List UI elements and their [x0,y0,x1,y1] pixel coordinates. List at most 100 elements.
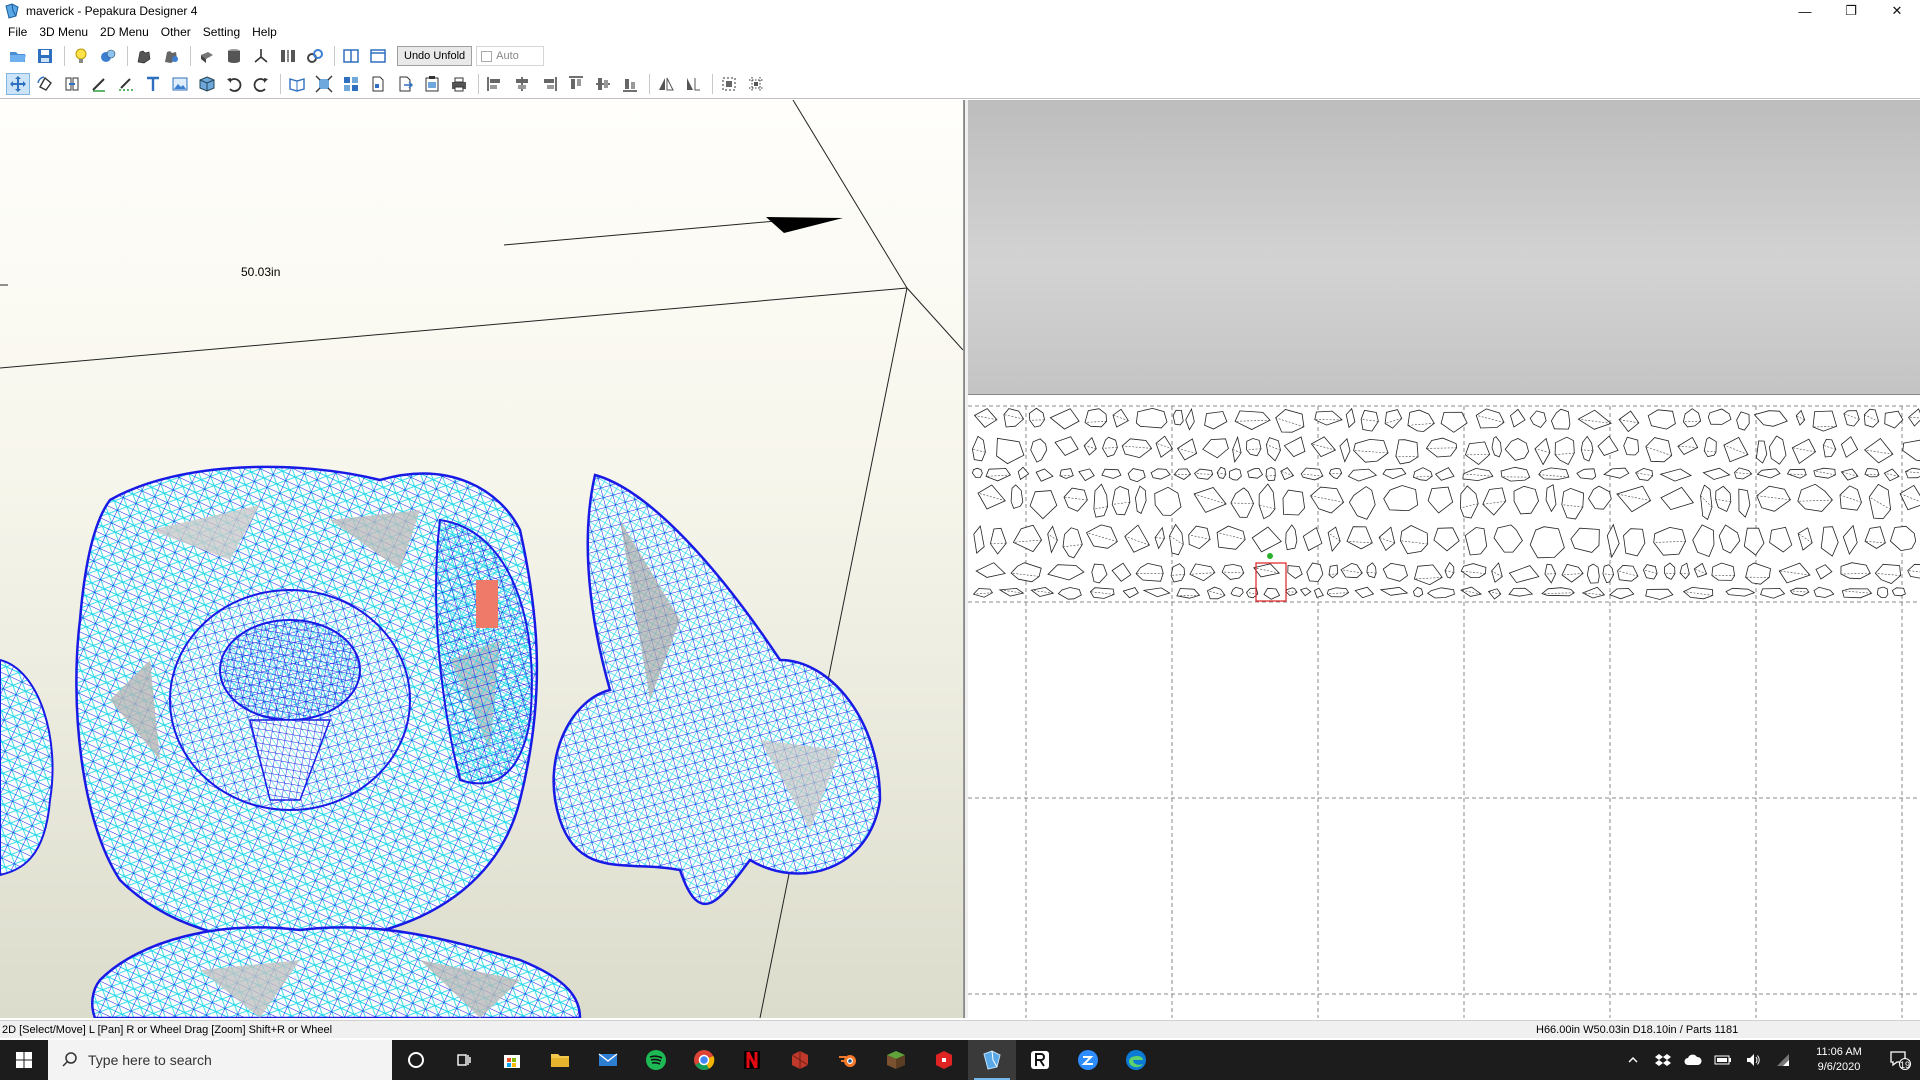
unfolded-part[interactable] [1707,408,1732,425]
unfolded-part[interactable] [1550,408,1571,430]
unfolded-part[interactable] [1327,526,1341,552]
unfolded-part[interactable] [1711,562,1736,581]
flip-button[interactable] [654,73,678,95]
arrange-button[interactable] [339,73,363,95]
unfolded-part[interactable] [989,527,1007,555]
unfolded-part[interactable] [1738,488,1751,518]
redo-button[interactable] [249,73,273,95]
unfolded-part[interactable] [1513,485,1539,515]
unfolded-part[interactable] [971,435,986,462]
unfolded-part[interactable] [1017,466,1030,481]
align-left-button[interactable] [483,73,507,95]
unfolded-part[interactable] [1154,486,1182,516]
unfolded-part[interactable] [1193,487,1227,513]
unfolded-part[interactable] [1285,587,1298,596]
flap-button[interactable] [195,45,219,67]
unfolded-part[interactable] [1010,484,1024,509]
unfolded-part[interactable] [1863,437,1894,464]
unfolded-part[interactable] [1597,435,1619,456]
unfolded-part[interactable] [1459,485,1479,519]
unfolded-part[interactable] [1768,435,1787,465]
unfolded-part[interactable] [1815,564,1833,580]
unfolded-part[interactable] [1028,407,1045,428]
2d-pattern-sheet[interactable] [968,100,1920,1018]
unfolded-part[interactable] [1786,468,1807,479]
draw-line-button[interactable] [87,73,111,95]
unfolded-part[interactable] [1287,565,1303,579]
unfolded-part[interactable] [1464,441,1491,466]
unfolded-part[interactable] [1904,467,1920,479]
unfolded-part[interactable] [1253,563,1281,578]
menu-setting[interactable]: Setting [197,25,246,39]
unfolded-part[interactable] [1314,410,1343,426]
dual-view-button[interactable] [339,45,363,67]
unfolded-part[interactable] [1884,410,1904,429]
pepakura-taskbar-button[interactable] [968,1040,1016,1080]
box-button[interactable] [195,73,219,95]
unfolded-parts[interactable] [971,407,1920,600]
taskbar-clock[interactable]: 11:06 AM 9/6/2020 [1798,1045,1880,1075]
unfolded-part[interactable] [1743,527,1765,556]
unfolded-part[interactable] [1345,407,1356,429]
unfolded-part[interactable] [1326,587,1350,598]
unfolded-part[interactable] [985,468,1012,482]
unfolded-part[interactable] [1864,526,1886,549]
unfolded-part[interactable] [1902,439,1920,463]
join-edges-button[interactable] [60,73,84,95]
taskbar-search[interactable]: Type here to search [48,1040,392,1080]
2d-view[interactable] [968,100,1920,1018]
page-settings-button[interactable] [366,73,390,95]
minimize-button[interactable]: — [1782,0,1828,22]
unfolded-part[interactable] [1508,587,1534,597]
unfolded-part[interactable] [1769,526,1793,553]
unfolded-part[interactable] [1616,485,1652,513]
unfolded-part[interactable] [1864,468,1880,478]
unfolded-part[interactable] [1602,564,1615,584]
unfolded-part[interactable] [1482,487,1507,516]
unfolded-part[interactable] [1812,410,1838,432]
unfolded-part[interactable] [1475,408,1505,429]
unfolded-part[interactable] [1434,467,1455,481]
unfolded-part[interactable] [1232,435,1242,463]
unfolded-part[interactable] [1413,586,1424,598]
unfolded-part[interactable] [1534,437,1551,466]
unfolded-part[interactable] [1760,588,1786,599]
wifi-tray-button[interactable] [1768,1052,1798,1068]
unfolded-part[interactable] [1647,409,1676,430]
unfolded-part[interactable] [1702,467,1731,480]
rotate-button[interactable] [33,73,57,95]
align-center-button[interactable] [510,73,534,95]
unfolded-part[interactable] [1310,486,1345,514]
unfolded-part[interactable] [1645,437,1673,463]
fit-button[interactable] [312,73,336,95]
unfolded-part[interactable] [1412,467,1433,481]
unfolded-part[interactable] [1682,408,1702,428]
unfolded-part[interactable] [1093,483,1109,518]
unfolded-part[interactable] [1012,524,1043,553]
unfolded-part[interactable] [1135,562,1164,582]
unfolded-part[interactable] [1413,564,1443,586]
zoom-button[interactable] [1064,1040,1112,1080]
unfolded-part[interactable] [1230,586,1244,597]
unfolded-part[interactable] [1889,525,1917,552]
unfolded-part[interactable] [1822,438,1837,458]
unfolded-part[interactable] [1399,525,1429,555]
unfolded-part[interactable] [1541,587,1575,597]
align-middle-button[interactable] [591,73,615,95]
3d-scene[interactable] [0,100,964,1018]
unfolded-part[interactable] [1346,526,1373,550]
cortana-button[interactable] [392,1040,440,1080]
unfold-button[interactable] [96,45,120,67]
unfolded-part[interactable] [1306,562,1324,582]
unfolded-part[interactable] [1493,524,1523,553]
menu-file[interactable]: File [2,25,33,39]
unfolded-part[interactable] [1659,468,1692,482]
unfolded-part[interactable] [1246,438,1262,457]
unfolded-part[interactable] [1682,586,1714,600]
unfolded-part[interactable] [1111,485,1131,516]
unfolded-part[interactable] [1588,485,1612,510]
unfolded-part[interactable] [1460,563,1487,579]
unfolded-part[interactable] [1169,523,1184,556]
axis-button[interactable] [249,45,273,67]
model-edit-button[interactable] [159,45,183,67]
